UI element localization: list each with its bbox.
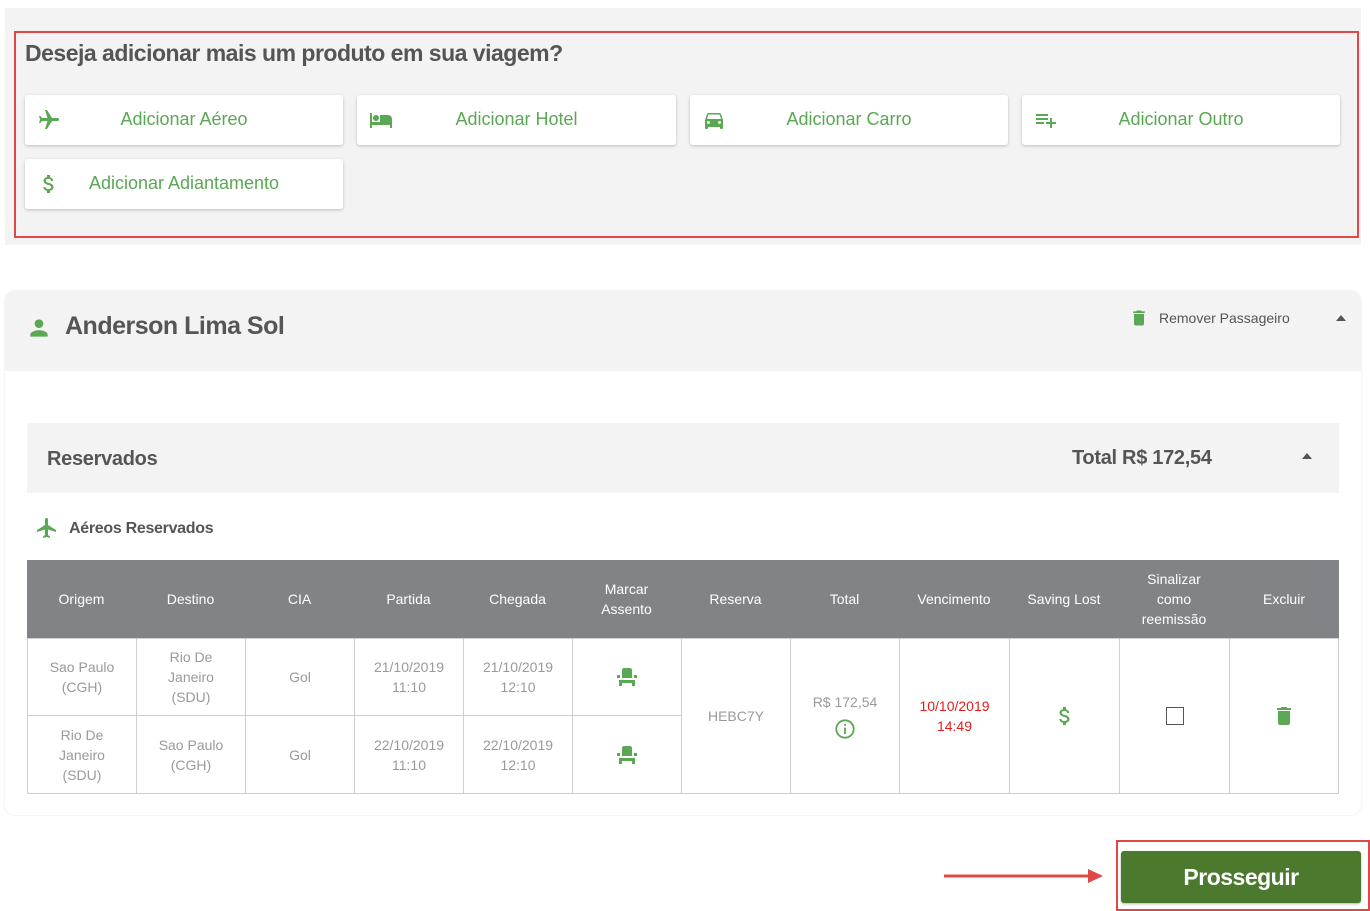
reserved-title: Reservados [47,448,158,470]
proceed-button[interactable]: Prosseguir [1121,851,1361,903]
excluir-cell [1229,638,1339,794]
passenger-header: Anderson Lima Sol Remover Passageiro [5,291,1361,371]
trash-icon[interactable] [1272,704,1296,728]
leg-1-origem: Sao Paulo (CGH) [27,638,137,716]
header-origem: Origem [27,560,136,638]
leg-1-partida: 21/10/2019 11:10 [354,638,464,716]
leg-2-origem: Rio De Janeiro (SDU) [27,715,137,794]
reemissao-checkbox[interactable] [1165,707,1184,725]
passenger-card: Anderson Lima Sol Remover Passageiro Res… [5,291,1361,815]
leg-2-destino: Sao Paulo (CGH) [136,715,246,794]
flights-table: Origem Destino CIA Partida Chegada Marca… [27,560,1339,794]
leg-1-cia: Gol [245,638,355,716]
header-total: Total [790,560,899,638]
header-excluir: Excluir [1229,560,1339,638]
add-advance-label: Adicionar Adiantamento [88,173,280,193]
total-cell: R$ 172,54 [790,638,900,794]
header-destino: Destino [136,560,245,638]
info-icon[interactable] [834,718,856,740]
leg-1-destino: Rio De Janeiro (SDU) [136,638,246,716]
header-reserva: Reserva [681,560,790,638]
seat-icon[interactable] [615,665,639,689]
leg-2-chegada: 22/10/2019 12:10 [463,715,573,794]
reserva-code: HEBC7Y [681,638,791,794]
leg-2-marcar-assento [572,715,682,794]
reserved-total: Total R$ 172,54 [1072,447,1212,469]
add-other-button[interactable]: Adicionar Outro [1022,95,1340,145]
add-hotel-button[interactable]: Adicionar Hotel [357,95,676,145]
header-chegada: Chegada [463,560,572,638]
add-car-label: Adicionar Carro [786,109,912,129]
remove-passenger-label: Remover Passageiro [1159,310,1290,326]
header-partida: Partida [354,560,463,638]
leg-2-cia: Gol [245,715,355,794]
collapse-reserved-caret[interactable] [1302,453,1312,459]
header-cia: CIA [245,560,354,638]
saving-lost-cell [1009,638,1120,794]
collapse-passenger-caret[interactable] [1336,315,1346,321]
person-icon [30,319,48,337]
add-other-label: Adicionar Outro [1118,109,1244,129]
leg-2-partida: 22/10/2019 11:10 [354,715,464,794]
add-advance-button[interactable]: Adicionar Adiantamento [25,159,343,209]
leg-1-marcar-assento [572,638,682,716]
reserved-header: Reservados Total R$ 172,54 [27,423,1339,493]
header-sinalizar-reemissao: Sinalizar como reemissão [1119,560,1229,638]
dollar-icon[interactable] [1053,704,1077,728]
seat-icon[interactable] [615,743,639,767]
add-product-title: Deseja adicionar mais um produto em sua … [25,40,563,66]
total-value: R$ 172,54 [812,694,878,710]
trash-icon [1133,310,1145,326]
add-flight-button[interactable]: Adicionar Aéreo [25,95,343,145]
passenger-name: Anderson Lima Sol [65,312,285,340]
vencimento-value: 10/10/2019 14:49 [899,638,1010,794]
airplane-icon [37,518,56,538]
add-car-button[interactable]: Adicionar Carro [690,95,1008,145]
reemissao-cell [1119,638,1230,794]
add-flight-label: Adicionar Aéreo [120,109,248,129]
header-saving-lost: Saving Lost [1009,560,1119,638]
header-marcar-assento: Marcar Assento [572,560,681,638]
add-hotel-label: Adicionar Hotel [455,109,578,129]
arrow-right-icon [944,869,1103,883]
leg-1-chegada: 21/10/2019 12:10 [463,638,573,716]
flights-reserved-label: Aéreos Reservados [69,520,214,537]
header-vencimento: Vencimento [899,560,1009,638]
